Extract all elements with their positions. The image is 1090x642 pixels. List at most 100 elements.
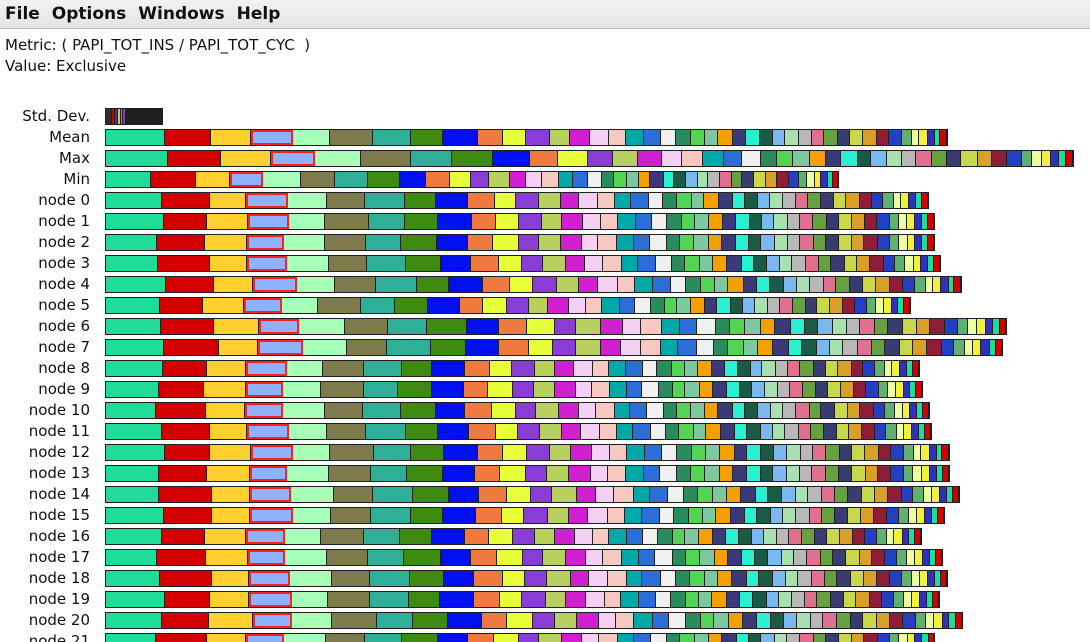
bar-segment[interactable] — [798, 571, 813, 586]
bar-segment[interactable] — [626, 172, 639, 187]
bar-segment[interactable] — [411, 508, 443, 523]
bar-segment[interactable] — [547, 466, 570, 481]
bar-segment[interactable] — [627, 529, 643, 544]
bar-segment[interactable] — [981, 340, 990, 355]
bar-segment[interactable] — [943, 466, 949, 481]
bar-segment[interactable] — [708, 634, 722, 642]
bar-segment[interactable] — [641, 340, 661, 355]
bar-segment[interactable] — [1058, 151, 1067, 166]
bar-segment[interactable] — [747, 445, 762, 460]
bar-segment[interactable] — [676, 403, 692, 418]
bar-segment-selected[interactable] — [248, 571, 290, 586]
bar-segment[interactable] — [792, 151, 811, 166]
bar-segment[interactable] — [831, 592, 844, 607]
bar-segment[interactable] — [321, 382, 364, 397]
bar-segment[interactable] — [106, 214, 164, 229]
bar-segment[interactable] — [876, 571, 891, 586]
bar-segment[interactable] — [538, 193, 561, 208]
bar-segment[interactable] — [705, 445, 720, 460]
bar-segment[interactable] — [899, 214, 907, 229]
bar-segment[interactable] — [874, 487, 888, 502]
bar-segment[interactable] — [878, 445, 891, 460]
bar-segment[interactable] — [650, 172, 664, 187]
bar-segment[interactable] — [432, 361, 466, 376]
bar-segment[interactable] — [742, 298, 755, 313]
bar-segment-selected[interactable] — [244, 298, 282, 313]
bar-segment[interactable] — [399, 529, 433, 544]
bar-segment[interactable] — [805, 319, 819, 334]
bar-segment[interactable] — [831, 256, 846, 271]
bar-segment[interactable] — [717, 298, 731, 313]
bar-segment[interactable] — [684, 256, 700, 271]
bar-segment[interactable] — [761, 319, 776, 334]
bar-segment[interactable] — [334, 172, 369, 187]
bar-segment[interactable] — [731, 172, 743, 187]
bar-segment[interactable] — [427, 319, 467, 334]
bar-segment[interactable] — [847, 487, 862, 502]
bar-segment[interactable] — [674, 508, 689, 523]
bar-segment-selected[interactable] — [245, 361, 287, 376]
bar-segment[interactable] — [777, 529, 790, 544]
stacked-bar[interactable] — [105, 171, 839, 188]
bar-segment[interactable] — [720, 424, 735, 439]
bar-segment-selected[interactable] — [258, 319, 299, 334]
bar-segment[interactable] — [773, 340, 790, 355]
bar-segment[interactable] — [728, 340, 745, 355]
bar-segment[interactable] — [744, 193, 759, 208]
stacked-bar[interactable] — [105, 360, 920, 377]
bar-segment[interactable] — [767, 550, 782, 565]
bar-segment-selected[interactable] — [252, 613, 292, 628]
bar-segment[interactable] — [288, 193, 327, 208]
bar-segment[interactable] — [282, 403, 326, 418]
bar-segment[interactable] — [902, 151, 917, 166]
bar-segment[interactable] — [909, 508, 917, 523]
bar-segment[interactable] — [661, 445, 678, 460]
bar-segment[interactable] — [827, 382, 842, 397]
bar-segment[interactable] — [365, 424, 406, 439]
bar-segment[interactable] — [776, 172, 789, 187]
bar-segment[interactable] — [643, 466, 660, 481]
bar-segment[interactable] — [622, 256, 638, 271]
bar-segment[interactable] — [562, 214, 583, 229]
bar-segment[interactable] — [106, 529, 162, 544]
bar-segment[interactable] — [860, 319, 876, 334]
bar-segment[interactable] — [635, 298, 651, 313]
bar-segment[interactable] — [534, 382, 555, 397]
chart-row[interactable]: node 7 — [0, 337, 1090, 358]
bar-segment[interactable] — [968, 319, 978, 334]
bar-segment[interactable] — [516, 403, 537, 418]
bar-segment[interactable] — [106, 235, 158, 250]
bar-segment[interactable] — [448, 613, 483, 628]
bar-segment[interactable] — [603, 550, 623, 565]
bar-segment[interactable] — [569, 298, 586, 313]
bar-segment[interactable] — [796, 403, 810, 418]
bar-segment[interactable] — [157, 550, 207, 565]
bar-segment[interactable] — [326, 193, 366, 208]
bar-segment[interactable] — [774, 214, 789, 229]
bar-segment[interactable] — [623, 319, 642, 334]
bar-segment[interactable] — [771, 403, 784, 418]
bar-segment[interactable] — [840, 529, 853, 544]
bar-segment[interactable] — [427, 298, 461, 313]
bar-segment[interactable] — [704, 571, 719, 586]
bar-segment[interactable] — [774, 445, 787, 460]
bar-segment[interactable] — [610, 445, 627, 460]
bar-segment[interactable] — [813, 634, 826, 642]
stacked-bar[interactable] — [105, 129, 948, 146]
bar-segment[interactable] — [810, 151, 826, 166]
bar-segment[interactable] — [370, 508, 412, 523]
bar-segment[interactable] — [875, 424, 887, 439]
bar-segment[interactable] — [833, 172, 838, 187]
bar-segment[interactable] — [834, 403, 848, 418]
bar-segment[interactable] — [624, 508, 642, 523]
bar-segment[interactable] — [292, 130, 330, 145]
bar-segment[interactable] — [410, 571, 445, 586]
bar-segment[interactable] — [934, 256, 940, 271]
bar-segment[interactable] — [881, 592, 895, 607]
bar-segment[interactable] — [699, 529, 714, 544]
bar-segment[interactable] — [945, 319, 958, 334]
bar-segment[interactable] — [467, 634, 495, 642]
bar-segment[interactable] — [498, 256, 522, 271]
bar-segment[interactable] — [595, 403, 615, 418]
bar-segment[interactable] — [554, 529, 576, 544]
